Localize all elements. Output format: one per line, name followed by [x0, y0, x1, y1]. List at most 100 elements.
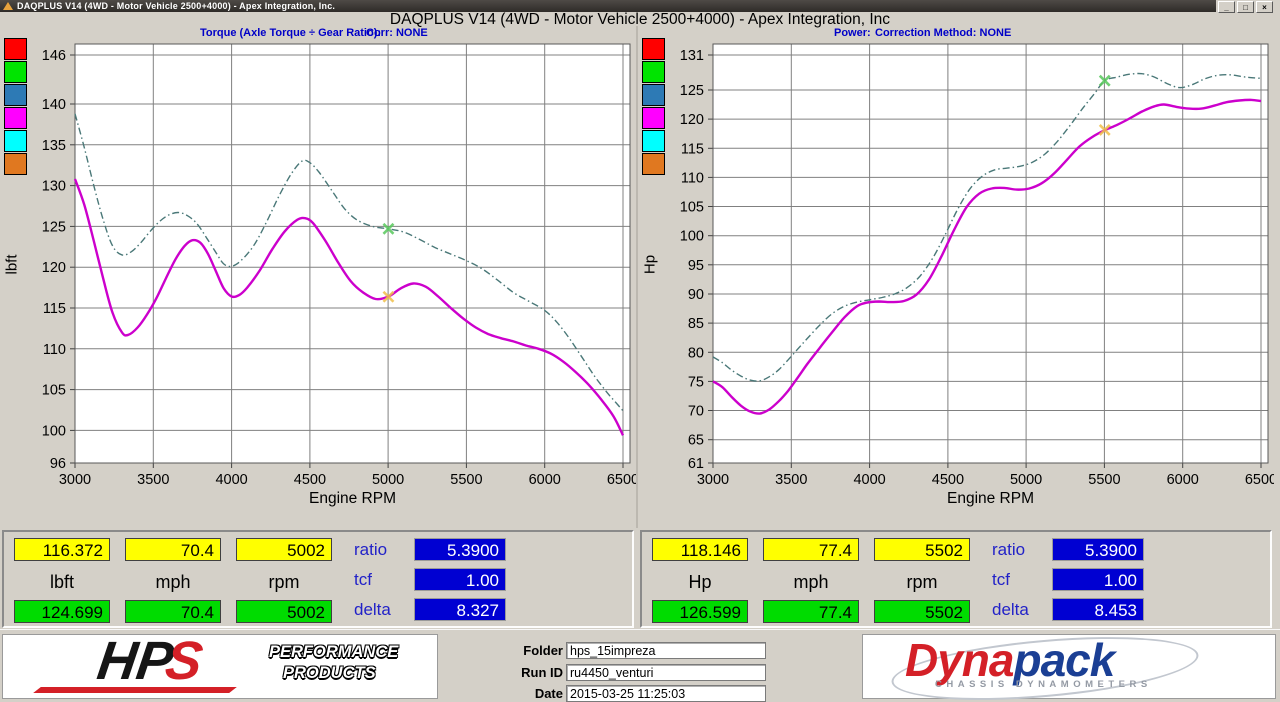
svg-text:130: 130 [42, 179, 66, 195]
svg-text:5000: 5000 [372, 472, 404, 488]
power-delta-label: delta [992, 598, 1048, 621]
svg-text:95: 95 [688, 258, 704, 274]
power-unit-label: Hp [652, 570, 748, 594]
svg-text:6000: 6000 [1167, 472, 1199, 488]
power-cursor-power-value: 118.146 [652, 538, 748, 561]
hps-logo-tagline: PERFORMANCE PRODUCTS [269, 642, 398, 685]
torque-delta-value: 8.327 [414, 598, 506, 621]
svg-text:3000: 3000 [59, 472, 91, 488]
svg-text:3500: 3500 [137, 472, 169, 488]
torque-unit-label: lbft [14, 570, 110, 594]
svg-text:6000: 6000 [529, 472, 561, 488]
power-ratio-value: 5.3900 [1052, 538, 1144, 561]
svg-text:140: 140 [42, 97, 66, 113]
svg-text:125: 125 [680, 83, 704, 99]
hps-logo-line2: PRODUCTS [283, 663, 398, 684]
app-icon [3, 2, 13, 10]
svg-text:75: 75 [688, 374, 704, 390]
power-ratio-label: ratio [992, 538, 1048, 561]
svg-text:110: 110 [43, 342, 66, 358]
svg-text:120: 120 [680, 112, 704, 128]
svg-text:100: 100 [680, 229, 704, 245]
svg-text:146: 146 [42, 48, 66, 64]
torque-tcf-value: 1.00 [414, 568, 506, 591]
svg-text:5000: 5000 [1010, 472, 1042, 488]
svg-text:4500: 4500 [294, 472, 326, 488]
power-chart-panel: Power: Correction Method: NONE Hp 616570… [640, 26, 1274, 528]
run-id-field[interactable] [566, 664, 766, 681]
svg-text:4000: 4000 [853, 472, 885, 488]
power-delta-value: 8.453 [1052, 598, 1144, 621]
footer: HPS PERFORMANCE PRODUCTS Folder Run ID D… [0, 629, 1280, 702]
torque-ref-torque-value: 124.699 [14, 600, 110, 623]
svg-text:4000: 4000 [215, 472, 247, 488]
svg-text:85: 85 [688, 316, 704, 332]
torque-cursor-speed-value: 70.4 [125, 538, 221, 561]
date-field[interactable] [566, 685, 766, 702]
power-ref-speed-value: 77.4 [763, 600, 859, 623]
svg-text:5500: 5500 [1088, 472, 1120, 488]
svg-text:6500: 6500 [607, 472, 636, 488]
svg-text:115: 115 [681, 141, 704, 157]
svg-text:115: 115 [43, 301, 66, 317]
dynapack-logo: Dynapack CHASSIS DYNAMOMETERS [862, 634, 1276, 699]
torque-rpm-unit-label: rpm [236, 570, 332, 594]
torque-chart-panel: Torque (Axle Torque ÷ Gear Ratio): Corr:… [2, 26, 636, 528]
svg-text:100: 100 [42, 423, 66, 439]
svg-text:90: 90 [688, 287, 704, 303]
torque-x-axis-label: Engine RPM [75, 490, 630, 508]
power-cursor-rpm-value: 5502 [874, 538, 970, 561]
svg-text:65: 65 [688, 433, 704, 449]
app-window: DAQPLUS V14 (4WD - Motor Vehicle 2500+40… [0, 0, 1280, 702]
power-ref-power-value: 126.599 [652, 600, 748, 623]
power-cursor-speed-value: 77.4 [763, 538, 859, 561]
power-speed-unit-label: mph [763, 570, 859, 594]
folder-field-label: Folder [471, 643, 563, 658]
torque-readout-panel: 116.372 70.4 5002 lbft mph rpm 124.699 7… [2, 530, 634, 628]
torque-cursor-torque-value: 116.372 [14, 538, 110, 561]
svg-text:110: 110 [681, 170, 704, 186]
svg-text:96: 96 [50, 456, 66, 472]
power-ref-rpm-value: 5502 [874, 600, 970, 623]
torque-ref-rpm-value: 5002 [236, 600, 332, 623]
hps-logo: HPS PERFORMANCE PRODUCTS [2, 634, 438, 699]
run-id-field-label: Run ID [471, 665, 563, 680]
power-rpm-unit-label: rpm [874, 570, 970, 594]
svg-text:80: 80 [688, 345, 704, 361]
svg-text:61: 61 [688, 456, 704, 472]
svg-text:3000: 3000 [697, 472, 729, 488]
torque-ref-speed-value: 70.4 [125, 600, 221, 623]
torque-speed-unit-label: mph [125, 570, 221, 594]
svg-text:3500: 3500 [775, 472, 807, 488]
svg-text:120: 120 [42, 260, 66, 276]
page-title: DAQPLUS V14 (4WD - Motor Vehicle 2500+40… [0, 11, 1280, 27]
svg-text:131: 131 [680, 48, 704, 64]
dynapack-logo-subtext: CHASSIS DYNAMOMETERS [935, 679, 1152, 690]
hps-logo-line1: PERFORMANCE [269, 642, 398, 663]
power-x-axis-label: Engine RPM [713, 490, 1268, 508]
svg-text:135: 135 [42, 138, 66, 154]
svg-text:125: 125 [42, 219, 66, 235]
date-field-label: Date [471, 686, 563, 701]
chart-panel-divider [636, 26, 638, 528]
power-readout-panel: 118.146 77.4 5502 Hp mph rpm 126.599 77.… [640, 530, 1272, 628]
folder-field[interactable] [566, 642, 766, 659]
torque-ratio-label: ratio [354, 538, 410, 561]
svg-text:6500: 6500 [1245, 472, 1274, 488]
svg-text:105: 105 [42, 383, 66, 399]
torque-delta-label: delta [354, 598, 410, 621]
svg-text:5500: 5500 [450, 472, 482, 488]
svg-text:70: 70 [688, 404, 704, 420]
svg-text:4500: 4500 [932, 472, 964, 488]
torque-plot[interactable]: 96 100 105 110 115 120 125 130 135 140 146 3000 3500… [2, 26, 636, 528]
power-plot[interactable]: 61 65 70 75 80 85 90 95 100 105 110 115 120 125 131 300… [640, 26, 1274, 528]
hps-logo-s: S [162, 631, 206, 691]
torque-ratio-value: 5.3900 [414, 538, 506, 561]
torque-tcf-label: tcf [354, 568, 410, 591]
hps-logo-wordmark: HPS [94, 631, 206, 691]
torque-cursor-rpm-value: 5002 [236, 538, 332, 561]
window-title: DAQPLUS V14 (4WD - Motor Vehicle 2500+40… [17, 1, 335, 11]
power-tcf-label: tcf [992, 568, 1048, 591]
svg-text:105: 105 [680, 200, 704, 216]
power-tcf-value: 1.00 [1052, 568, 1144, 591]
